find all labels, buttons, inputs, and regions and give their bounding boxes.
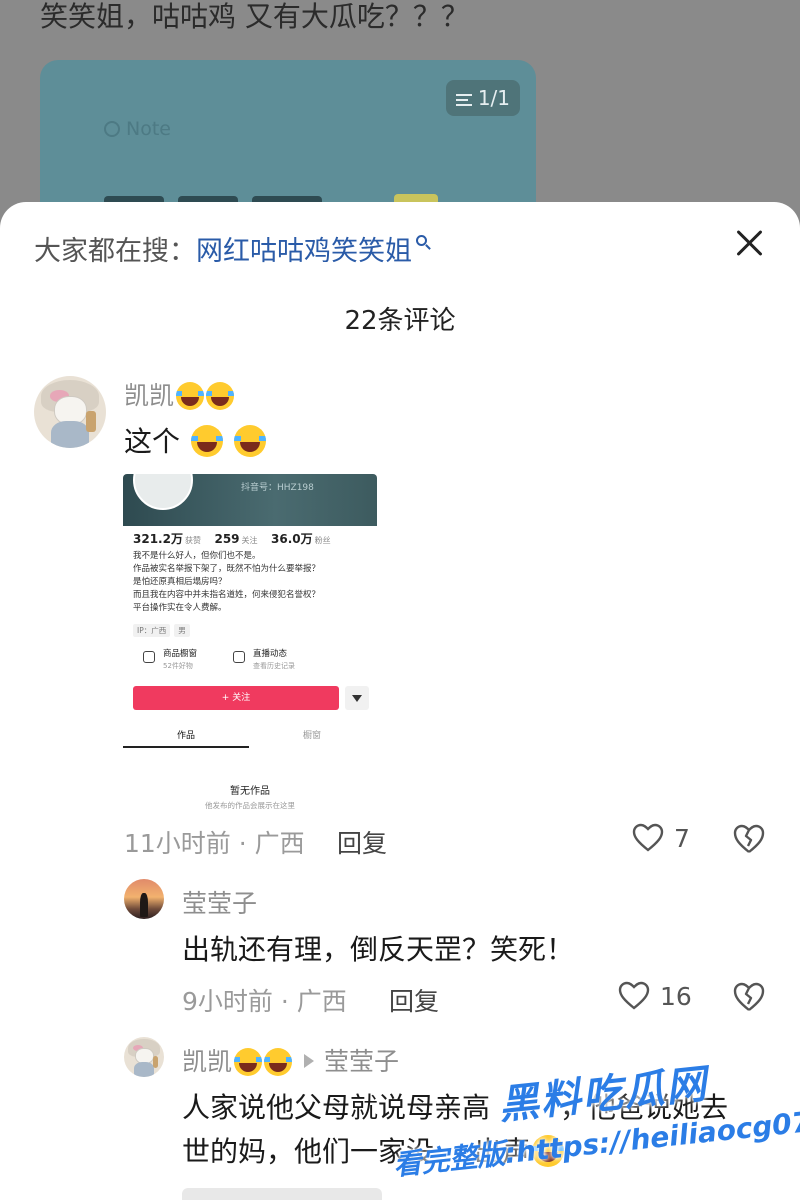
like-button[interactable]: 16 bbox=[618, 981, 692, 1014]
comment-username[interactable]: 凯凯 bbox=[124, 376, 235, 412]
comment-time-location-partial bbox=[182, 1188, 382, 1200]
comment-username[interactable]: 凯凯 莹莹子 bbox=[182, 1042, 399, 1078]
laugh-cry-emoji-icon bbox=[233, 425, 266, 457]
like-button[interactable]: 7 bbox=[632, 823, 692, 856]
empty-subtitle: 他发布的作品会展示在这里 bbox=[205, 801, 295, 810]
shop-window-entry: 商品橱窗 52件好物 bbox=[143, 648, 197, 672]
background-post-title: 笑笑姐，咕咕鸡 又有大瓜吃？？？ bbox=[40, 0, 469, 33]
profile-stats: 321.2万 获赞 259 关注 36.0万 粉丝 bbox=[133, 532, 331, 546]
search-term-link[interactable]: 网红咕咕鸡笑笑姐 bbox=[196, 236, 412, 267]
avatar[interactable] bbox=[124, 879, 164, 919]
laugh-cry-emoji-icon bbox=[234, 1048, 263, 1076]
laugh-cry-emoji-icon bbox=[264, 1048, 293, 1076]
profile-bio: 我不是什么好人，但你们也不是。 作品被实名举报下架了，既然不怕为什么要举报？ 是… bbox=[133, 551, 321, 613]
tv-icon bbox=[233, 651, 245, 663]
laugh-cry-emoji-icon bbox=[190, 425, 223, 457]
avatar[interactable] bbox=[34, 376, 106, 448]
dropdown-icon bbox=[345, 686, 369, 710]
comment-username[interactable]: 莹莹子 bbox=[182, 884, 257, 920]
profile-header-banner: 抖音号：HHZ198 bbox=[123, 474, 377, 526]
comment-time-location: 11小时前 · 广西 bbox=[124, 829, 305, 858]
comments-sheet: 大家都在搜：网红咕咕鸡笑笑姐 22条评论 凯凯 这个 抖音号：HHZ198 32… bbox=[0, 202, 800, 1200]
search-prefix: 大家都在搜： bbox=[34, 236, 196, 267]
dislike-button[interactable] bbox=[732, 981, 766, 1013]
profile-tabs: 作品 橱窗 bbox=[123, 726, 377, 748]
comment-count: 22条评论 bbox=[344, 306, 456, 336]
avatar[interactable] bbox=[124, 1037, 164, 1077]
note-label: Note bbox=[104, 118, 171, 140]
search-suggestion[interactable]: 大家都在搜：网红咕咕鸡笑笑姐 bbox=[34, 232, 427, 272]
reply-button[interactable]: 回复 bbox=[337, 824, 387, 860]
broken-heart-icon bbox=[733, 824, 765, 853]
reply-to-username[interactable]: 莹莹子 bbox=[324, 1047, 399, 1076]
comment-text: 这个 bbox=[124, 420, 266, 464]
follow-button: + 关注 bbox=[133, 686, 339, 710]
reply-arrow-icon bbox=[304, 1054, 315, 1068]
laugh-cry-emoji-icon bbox=[176, 382, 205, 410]
douyin-id: 抖音号：HHZ198 bbox=[241, 483, 314, 493]
comment-text: 出轨还有理，倒反天罡？笑死！ bbox=[182, 933, 575, 966]
empty-title: 暂无作品 bbox=[230, 786, 270, 797]
shop-icon bbox=[143, 651, 155, 663]
reply-button[interactable]: 回复 bbox=[389, 982, 439, 1018]
close-button[interactable] bbox=[732, 226, 766, 260]
heart-icon bbox=[632, 823, 664, 852]
dislike-button[interactable] bbox=[732, 823, 766, 855]
background-post: 笑笑姐，咕咕鸡 又有大瓜吃？？？ Note 1/1 bbox=[0, 0, 800, 230]
comment-image[interactable]: 抖音号：HHZ198 321.2万 获赞 259 关注 36.0万 粉丝 我不是什么好… bbox=[123, 474, 377, 814]
note-circle-icon bbox=[104, 121, 120, 137]
search-icon bbox=[416, 235, 427, 246]
heart-icon bbox=[618, 981, 650, 1010]
page-count-badge: 1/1 bbox=[445, 80, 520, 116]
list-icon bbox=[455, 94, 472, 106]
comment-time-location: 9小时前 · 广西 bbox=[182, 987, 347, 1016]
broken-heart-icon bbox=[733, 982, 765, 1011]
live-entry: 直播动态 查看历史记录 bbox=[233, 648, 295, 672]
laugh-cry-emoji-icon bbox=[206, 382, 235, 410]
profile-avatar bbox=[133, 474, 193, 510]
profile-tags: IP：广西男 bbox=[133, 624, 194, 637]
